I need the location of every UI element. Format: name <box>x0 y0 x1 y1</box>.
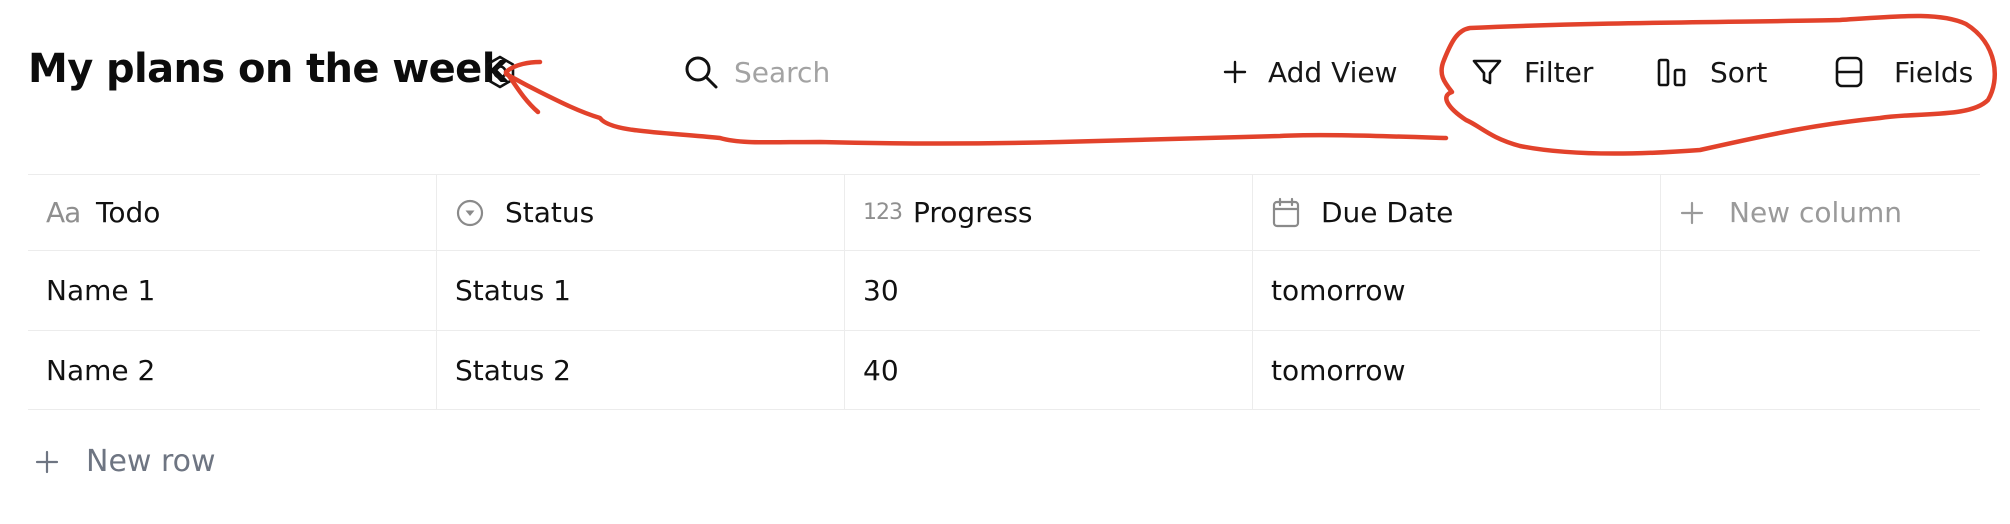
plus-icon <box>35 450 59 473</box>
table-row[interactable]: Name 2 Status 2 40 tomorrow <box>28 330 1980 410</box>
cell-due-date[interactable]: tomorrow <box>1252 251 1660 330</box>
new-row-button[interactable]: New row <box>34 444 216 479</box>
cell-status[interactable]: Status 2 <box>436 331 844 409</box>
fields-panel-icon <box>1835 56 1863 88</box>
sort-button[interactable]: Sort <box>1656 50 1767 94</box>
column-header-status[interactable]: Status <box>436 175 844 250</box>
column-label: Due Date <box>1321 196 1454 229</box>
filter-label: Filter <box>1524 55 1594 89</box>
column-header-todo[interactable]: Aa Todo <box>28 175 436 250</box>
sort-bars-icon <box>1657 58 1686 87</box>
column-header-progress[interactable]: 123 Progress <box>844 175 1252 250</box>
filter-funnel-icon <box>1472 59 1502 85</box>
search-box[interactable] <box>682 50 1034 94</box>
table-header-row: Aa Todo Status 123 Progress Due Date New… <box>28 174 1980 250</box>
cell-progress[interactable]: 40 <box>844 331 1252 409</box>
data-table: Aa Todo Status 123 Progress Due Date New… <box>28 174 1980 410</box>
text-type-icon: Aa <box>46 196 88 229</box>
column-label: Todo <box>96 196 161 229</box>
search-icon <box>685 56 718 89</box>
fields-label: Fields <box>1894 55 1974 89</box>
search-input[interactable] <box>734 55 1034 89</box>
cell-todo[interactable]: Name 2 <box>28 331 436 409</box>
settings-hexagon-icon[interactable] <box>482 54 518 90</box>
page-title: My plans on the week <box>28 46 508 92</box>
cell-due-date[interactable]: tomorrow <box>1252 331 1660 409</box>
plus-icon <box>1223 60 1247 84</box>
cell-empty <box>1660 251 1980 330</box>
new-row-label: New row <box>86 444 216 479</box>
column-label: Status <box>505 196 595 229</box>
add-view-button[interactable]: Add View <box>1222 50 1398 94</box>
filter-button[interactable]: Filter <box>1470 50 1593 94</box>
fields-button[interactable]: Fields <box>1834 50 1973 94</box>
status-dropdown-icon <box>455 198 497 228</box>
number-type-glyph: 123 <box>863 200 903 225</box>
calendar-icon <box>1271 197 1313 229</box>
cell-progress[interactable]: 30 <box>844 251 1252 330</box>
column-header-due-date[interactable]: Due Date <box>1252 175 1660 250</box>
cell-empty <box>1660 331 1980 409</box>
new-column-label: New column <box>1729 196 1903 229</box>
page-header: My plans on the week Add View Filter Sor… <box>0 0 2010 150</box>
table-row[interactable]: Name 1 Status 1 30 tomorrow <box>28 250 1980 330</box>
text-type-glyph: Aa <box>46 196 81 229</box>
number-type-icon: 123 <box>863 200 905 225</box>
cell-status[interactable]: Status 1 <box>436 251 844 330</box>
plus-icon <box>1679 200 1721 226</box>
cell-todo[interactable]: Name 1 <box>28 251 436 330</box>
sort-label: Sort <box>1710 55 1768 89</box>
column-label: Progress <box>913 196 1033 229</box>
add-view-label: Add View <box>1268 55 1398 89</box>
new-column-button[interactable]: New column <box>1660 175 1980 250</box>
